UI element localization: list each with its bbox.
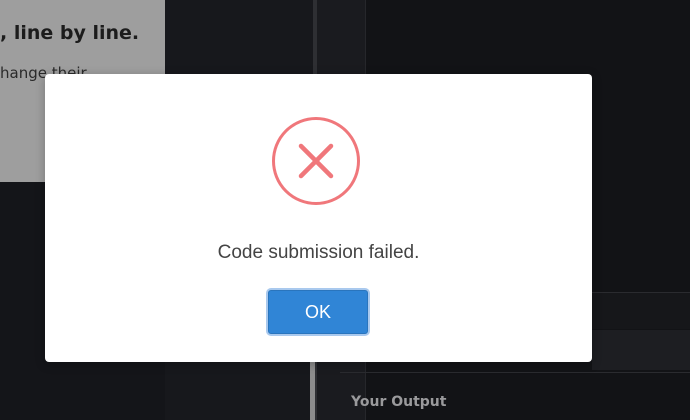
error-x-icon: [272, 117, 360, 205]
dialog-message: Code submission failed.: [217, 242, 420, 263]
error-dialog: Code submission failed. OK: [45, 74, 592, 362]
error-x-icon-glyph: [298, 143, 334, 179]
app-root: , line by line. hange their Your Output …: [0, 0, 690, 420]
ok-button[interactable]: OK: [268, 290, 368, 334]
